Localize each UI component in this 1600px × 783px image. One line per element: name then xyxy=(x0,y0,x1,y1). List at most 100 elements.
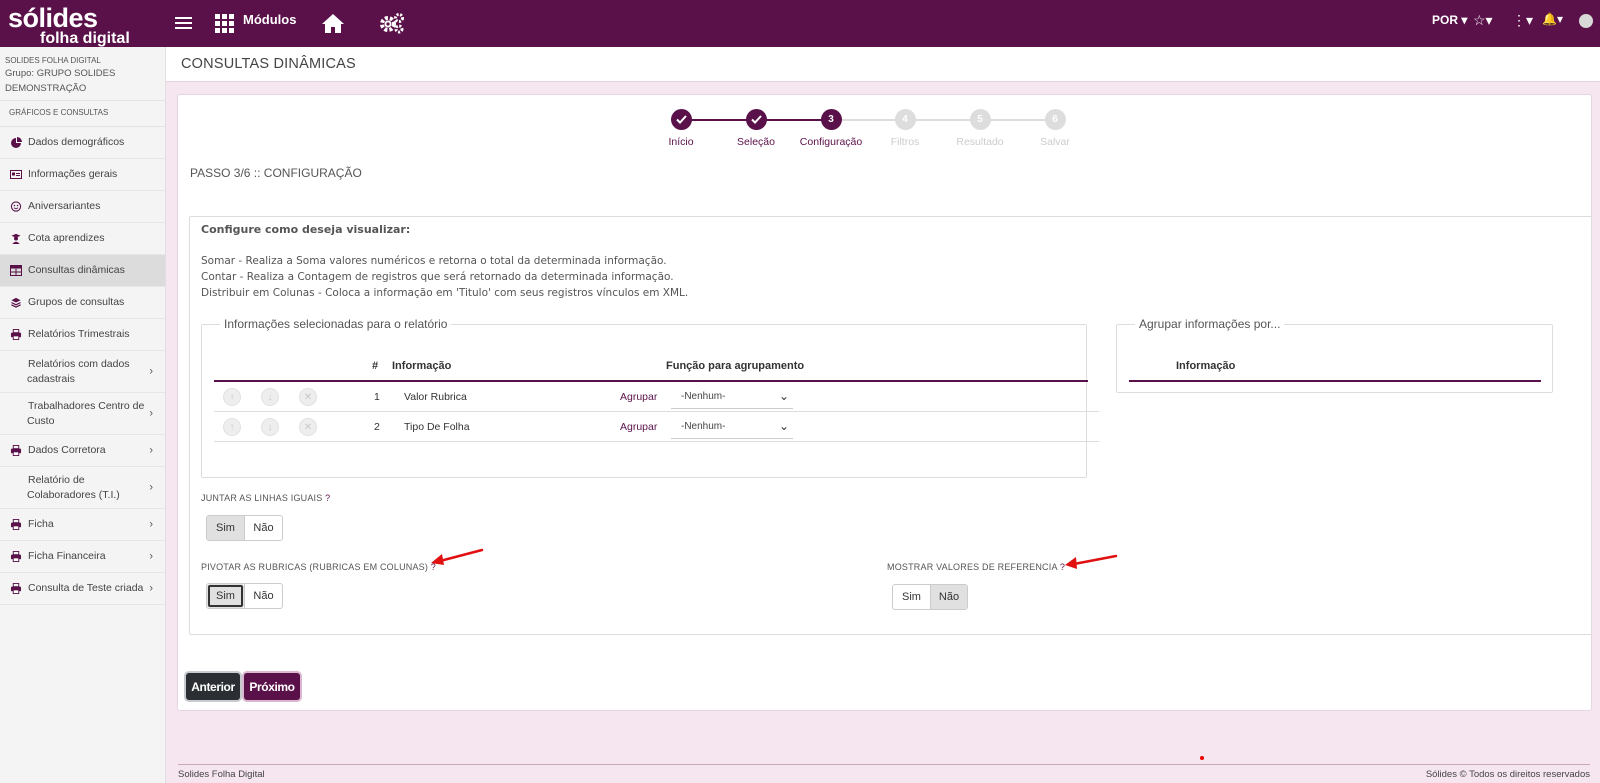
printer-icon xyxy=(10,398,22,409)
group-link[interactable]: Agrupar xyxy=(620,421,657,433)
sidebar-item-label: Cota aprendizes xyxy=(28,232,105,244)
desc-distribuir: Distribuir em Colunas - Coloca a informa… xyxy=(201,287,689,299)
remove-icon[interactable]: ✕ xyxy=(299,418,317,436)
menu-toggle-icon[interactable] xyxy=(172,10,194,36)
printer-icon xyxy=(10,329,22,340)
sidebar-item-label: Relatórios com dados cadastrais xyxy=(27,358,130,385)
join-lines-help[interactable]: ? xyxy=(325,493,330,503)
chevron-right-icon: › xyxy=(149,481,153,493)
brand-logo[interactable]: sólides folha digital xyxy=(8,2,138,47)
language-selector[interactable]: POR ▾ xyxy=(1432,13,1467,27)
sidebar-item-label: Ficha Financeira xyxy=(28,550,106,562)
home-icon[interactable] xyxy=(320,10,346,36)
page-header: CONSULTAS DINÂMICAS xyxy=(166,47,1600,82)
sidebar-item-2[interactable]: Aniversariantes xyxy=(0,191,165,223)
move-down-icon[interactable]: ↓ xyxy=(261,388,279,406)
step-label: Configuração xyxy=(799,136,863,148)
step-label: Salvar xyxy=(1040,136,1070,148)
settings-gears-icon[interactable] xyxy=(378,10,406,36)
printer-icon xyxy=(10,519,22,530)
config-description: Somar - Realiza a Soma valores numéricos… xyxy=(201,253,688,301)
modules-grid-icon[interactable] xyxy=(213,10,235,36)
page-footer: Solides Folha Digital Sólides © Todos os… xyxy=(178,764,1590,780)
desc-contar: Contar - Realiza a Contagem de registros… xyxy=(201,271,674,283)
row-info: Valor Rubrica xyxy=(404,391,467,403)
chevron-right-icon: › xyxy=(149,365,153,377)
sidebar-item-label: Aniversariantes xyxy=(28,200,101,212)
org-name: SOLIDES FOLHA DIGITAL xyxy=(5,56,101,65)
sidebar-item-label: Dados demográficos xyxy=(28,136,125,148)
top-navbar: sólides folha digital Módulos POR ▾ ☆▾ ⋮… xyxy=(0,0,1600,47)
remove-icon[interactable]: ✕ xyxy=(299,388,317,406)
sidebar-item-7[interactable]: Relatórios com dados cadastrais › xyxy=(0,351,165,393)
move-down-icon[interactable]: ↓ xyxy=(261,418,279,436)
group-function-select[interactable]: -Nenhum- ⌄ xyxy=(671,416,793,439)
group-by-fieldset: Agrupar informações por... Informação xyxy=(1116,317,1553,393)
step-label: Filtros xyxy=(890,136,920,148)
step-label: Resultado xyxy=(956,136,1004,148)
table-row: ↑ ↓ ✕ 1 Valor Rubrica Agrupar -Nenhum- ⌄ xyxy=(214,382,1099,412)
step-circle xyxy=(745,109,767,130)
sidebar-item-13[interactable]: Consulta de Teste criada › xyxy=(0,573,165,605)
sidebar-item-label: Informações gerais xyxy=(28,168,118,180)
annotation-arrow-icon xyxy=(431,548,484,565)
more-options-icon[interactable]: ⋮▾ xyxy=(1512,12,1533,29)
step-number: 3 xyxy=(828,114,834,125)
sidebar-item-label: Grupos de consultas xyxy=(28,296,125,308)
printer-icon xyxy=(10,551,22,562)
notifications-bell-icon[interactable]: 🔔▾ xyxy=(1542,12,1563,26)
join-lines-label: JUNTAR AS LINHAS IGUAIS xyxy=(201,493,323,503)
organization-info: SOLIDES FOLHA DIGITAL Grupo: GRUPO SOLID… xyxy=(0,47,165,101)
step-2[interactable]: Seleção xyxy=(716,109,796,148)
step-label: Início xyxy=(668,136,694,148)
modules-menu[interactable]: Módulos xyxy=(243,12,296,27)
sidebar-item-4[interactable]: Consultas dinâmicas xyxy=(0,255,165,287)
pivot-rubrics-no[interactable]: Não xyxy=(244,584,282,608)
pivot-rubrics-yes[interactable]: Sim xyxy=(207,584,244,608)
sidebar-item-5[interactable]: Grupos de consultas xyxy=(0,287,165,319)
sidebar-item-label: Relatório de Colaboradores (T.I.) xyxy=(27,474,120,501)
chevron-down-icon: ⌄ xyxy=(778,389,789,403)
sidebar-item-11[interactable]: Ficha › xyxy=(0,509,165,541)
group-link[interactable]: Agrupar xyxy=(620,391,657,403)
sidebar-item-12[interactable]: Ficha Financeira › xyxy=(0,541,165,573)
layers-icon xyxy=(10,297,22,308)
sidebar-item-label: Consulta de Teste criada xyxy=(28,582,144,594)
favorites-star-icon[interactable]: ☆▾ xyxy=(1473,12,1493,29)
sidebar-item-0[interactable]: Dados demográficos xyxy=(0,127,165,159)
sidebar-item-8[interactable]: Trabalhadores Centro de Custo › xyxy=(0,393,165,435)
next-button[interactable]: Próximo xyxy=(244,673,300,700)
step-3[interactable]: 3 Configuração xyxy=(791,109,871,148)
reference-values-no[interactable]: Não xyxy=(930,585,967,609)
chevron-right-icon: › xyxy=(149,407,153,419)
join-lines-question: JUNTAR AS LINHAS IGUAIS ? xyxy=(201,493,330,503)
step-6: 6 Salvar xyxy=(1015,109,1095,148)
sidebar-item-1[interactable]: Informações gerais xyxy=(0,159,165,191)
sidebar-item-label: Dados Corretora xyxy=(28,444,106,456)
move-up-icon[interactable]: ↑ xyxy=(223,418,241,436)
sidebar-item-6[interactable]: Relatórios Trimestrais xyxy=(0,319,165,351)
move-up-icon[interactable]: ↑ xyxy=(223,388,241,406)
step-circle: 6 xyxy=(1044,109,1066,130)
printer-icon xyxy=(10,472,22,483)
check-icon xyxy=(750,115,762,124)
sidebar-item-3[interactable]: Cota aprendizes xyxy=(0,223,165,255)
step-circle: 5 xyxy=(969,109,991,130)
id-card-icon xyxy=(10,169,22,180)
pivot-rubrics-question: PIVOTAR AS RUBRICAS (RUBRICAS EM COLUNAS… xyxy=(201,562,436,572)
annotation-dot xyxy=(1200,756,1204,760)
step-1[interactable]: Início xyxy=(641,109,721,148)
step-circle: 3 xyxy=(820,109,842,130)
reference-values-toggle: Sim Não xyxy=(892,584,968,610)
group-label: Grupo: xyxy=(5,68,35,79)
sidebar-item-9[interactable]: Dados Corretora › xyxy=(0,435,165,467)
reference-values-yes[interactable]: Sim xyxy=(893,585,930,609)
user-graduate-icon xyxy=(10,233,22,244)
join-lines-yes[interactable]: Sim xyxy=(207,516,244,540)
group-by-info-header: Informação xyxy=(1176,360,1236,372)
user-avatar[interactable] xyxy=(1579,14,1593,28)
join-lines-no[interactable]: Não xyxy=(244,516,282,540)
sidebar-item-10[interactable]: Relatório de Colaboradores (T.I.) › xyxy=(0,467,165,509)
previous-button[interactable]: Anterior xyxy=(186,673,240,700)
group-function-select[interactable]: -Nenhum- ⌄ xyxy=(671,386,793,409)
